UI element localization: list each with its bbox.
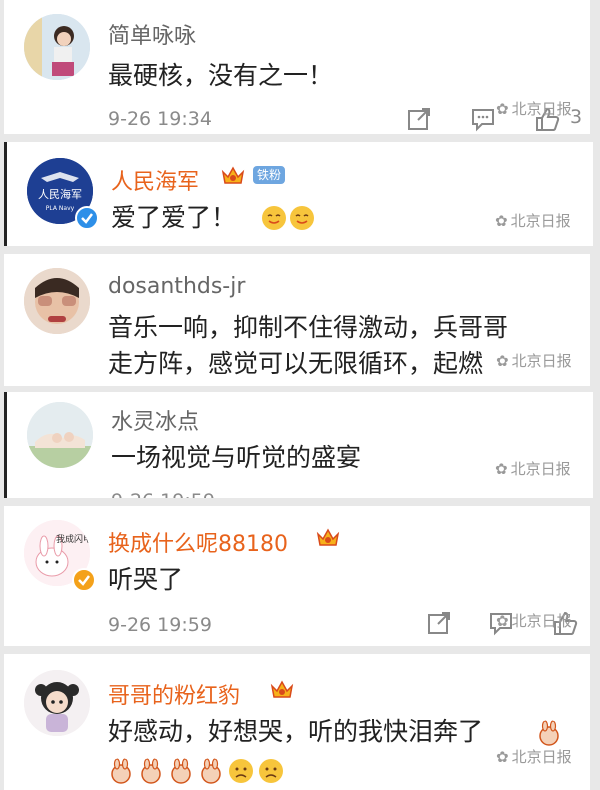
- avatar[interactable]: [27, 402, 93, 468]
- wechat-icon: ✿: [496, 351, 509, 370]
- sad-emoji-icon: [259, 759, 283, 783]
- verified-badge-icon: [72, 568, 96, 592]
- watermark: ✿ 北京日报: [496, 99, 572, 119]
- comment-text: 好感动，好想哭，听的我快泪奔了: [108, 717, 484, 746]
- username[interactable]: 简单咏咏: [108, 18, 196, 50]
- fan-badge: 铁粉: [253, 166, 286, 184]
- smile-emoji-icon: [290, 206, 314, 230]
- wechat-icon: ✿: [496, 611, 509, 630]
- comment-text: 最硬核，没有之一！: [108, 61, 334, 90]
- username[interactable]: 哥哥的粉红豹: [108, 678, 240, 710]
- watermark: ✿ 北京日报: [495, 459, 571, 479]
- watermark: ✿ 北京日报: [496, 747, 572, 767]
- comment-text: 听哭了: [108, 565, 184, 594]
- crown-icon: [316, 528, 340, 546]
- like-count: 3: [570, 106, 583, 128]
- comment-icon[interactable]: [470, 106, 496, 132]
- wechat-icon: ✿: [495, 459, 508, 478]
- crown-icon: [270, 680, 294, 698]
- sad-emoji-icon: [229, 759, 253, 783]
- username[interactable]: 换成什么呢88180: [108, 526, 288, 558]
- svg-text:PLA Navy: PLA Navy: [46, 205, 75, 212]
- timestamp: 9-26 19:34: [108, 108, 212, 130]
- username[interactable]: dosanthds-jr: [108, 274, 245, 299]
- verified-badge-icon: [75, 206, 99, 230]
- comment-text: 爱了爱了！: [111, 203, 237, 232]
- username[interactable]: 水灵冰点: [111, 404, 199, 436]
- timestamp: 9-26 19:59: [108, 614, 212, 636]
- comment-card: 人民海军 PLA Navy 人民海军 铁粉 爱了爱了！ ✿ 北京日报: [4, 142, 593, 246]
- svg-text:我成闪电: 我成闪电: [56, 533, 90, 545]
- comment-text: 一场视觉与听觉的盛宴: [111, 443, 362, 472]
- rabbit-emoji-icon: [141, 758, 161, 784]
- share-icon[interactable]: [406, 106, 432, 132]
- rabbit-emoji-icon: [111, 758, 131, 784]
- svg-text:人民海军: 人民海军: [38, 187, 82, 201]
- comment-card: 我成闪电 换成什么呢88180 听哭了 9-26 19:59 ✿ 北京日报: [4, 506, 590, 646]
- comment-card: dosanthds-jr 音乐一响，抑制不住得激动，兵哥哥 走方阵，感觉可以无限…: [4, 254, 590, 386]
- wechat-icon: ✿: [496, 747, 509, 766]
- watermark: ✿ 北京日报: [495, 211, 571, 231]
- crown-icon: [221, 166, 245, 184]
- avatar[interactable]: [24, 670, 90, 736]
- share-icon[interactable]: [426, 610, 452, 636]
- watermark: ✿ 北京日报: [496, 351, 572, 371]
- rabbit-emoji-icon: [171, 758, 191, 784]
- comment-card: 简单咏咏 最硬核，没有之一！ 9-26 19:34 3 ✿ 北京日报: [4, 0, 590, 134]
- comment-card: 水灵冰点 一场视觉与听觉的盛宴 9-26 19:59 ✿ 北京日报: [4, 392, 593, 498]
- smile-emoji-icon: [262, 206, 286, 230]
- wechat-icon: ✿: [496, 99, 509, 118]
- comment-text: 音乐一响，抑制不住得激动，兵哥哥: [108, 313, 509, 342]
- rabbit-emoji-icon: [539, 720, 559, 746]
- watermark: ✿ 北京日报: [496, 611, 572, 631]
- rabbit-emoji-icon: [201, 758, 221, 784]
- timestamp: 9-26 19:59: [111, 490, 215, 498]
- wechat-icon: ✿: [495, 211, 508, 230]
- avatar[interactable]: [24, 14, 90, 80]
- avatar[interactable]: [24, 268, 90, 334]
- username[interactable]: 人民海军: [111, 164, 199, 196]
- comment-text: 走方阵，感觉可以无限循环，起燃: [108, 349, 484, 378]
- comment-card: 哥哥的粉红豹 好感动，好想哭，听的我快泪奔了 ✿ 北京日报: [4, 654, 590, 790]
- comment-feed: 简单咏咏 最硬核，没有之一！ 9-26 19:34 3 ✿ 北京日报 人民海军 …: [0, 0, 600, 790]
